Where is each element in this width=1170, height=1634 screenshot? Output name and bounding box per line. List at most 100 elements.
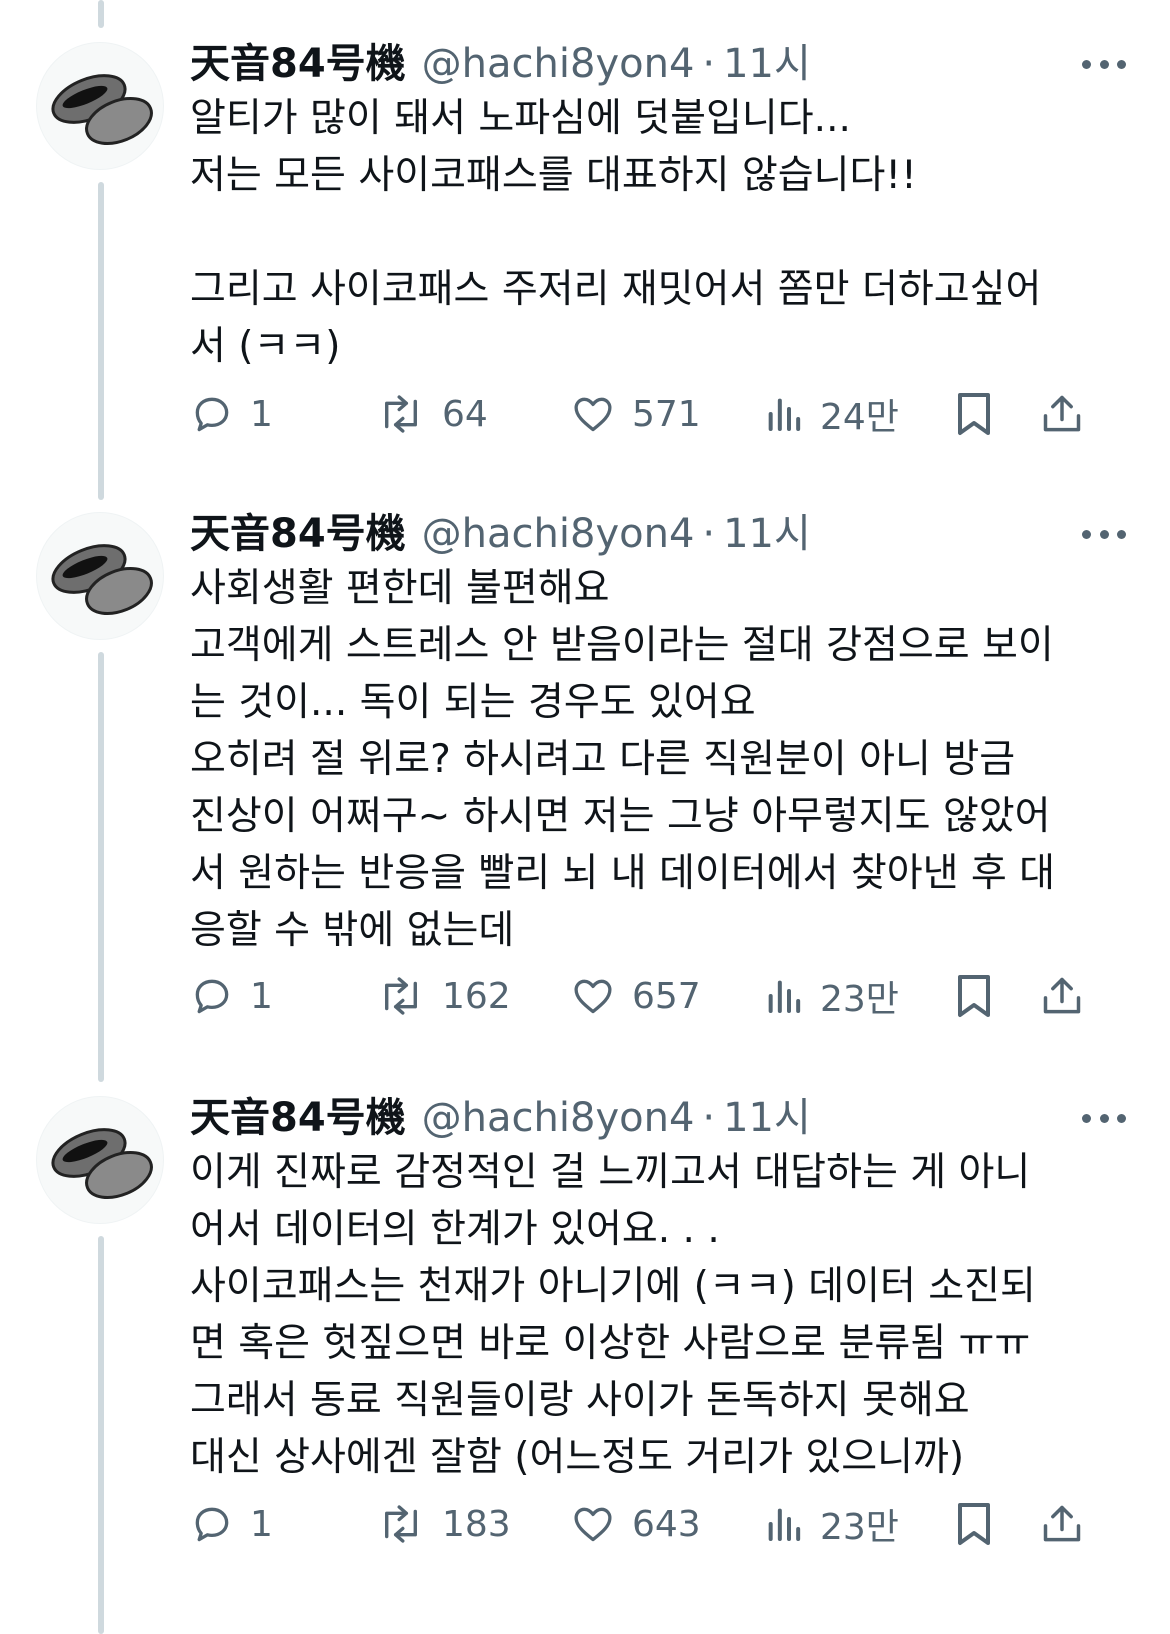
reply-count: 1 [250,1503,273,1545]
text-line: 응할 수 밖에 없는데 [190,908,515,953]
more-icon[interactable] [1082,1100,1126,1136]
text-line: 서 (ㅋㅋ) [190,324,341,369]
share-button[interactable] [1040,384,1084,444]
bookmark-icon [954,1500,994,1548]
repost-button[interactable]: 64 [376,384,488,444]
repost-count: 64 [442,393,488,435]
view-count: 23만 [820,1507,899,1548]
author-name[interactable]: 天音84号機 [190,36,406,92]
repost-button[interactable]: 183 [376,1494,511,1554]
like-icon [570,1502,616,1546]
text-line [190,204,1120,261]
like-count: 643 [632,1503,701,1545]
repost-button[interactable]: 162 [376,966,511,1026]
text-line: 이게 진짜로 감정적인 걸 느끼고서 대답하는 게 아니 [190,1150,1031,1195]
views-button[interactable]: 24만 [764,384,899,444]
text-line: 저는 모든 사이코패스를 대표하지 않습니다!! [190,153,917,198]
repost-icon [376,974,426,1018]
text-line: 면 혹은 헛짚으면 바로 이상한 사람으로 분류됨 ㅠㅠ [190,1321,1031,1366]
avatar-image [51,1128,153,1199]
separator: · [702,511,716,557]
text-line: 진상이 어쩌구~ 하시면 저는 그냥 아무렇지도 않았어 [190,794,1051,839]
bookmark-icon [954,390,994,438]
views-icon [764,1502,804,1546]
text-line: 그래서 동료 직원들이랑 사이가 돈독하지 못해요 [190,1378,970,1423]
bookmark-button[interactable] [954,384,994,444]
text-line: 고객에게 스트레스 안 받음이라는 절대 강점으로 보이 [190,623,1054,668]
text-line: 오히려 절 위로? 하시려고 다른 직원분이 아니 방금 [190,737,1016,782]
avatar[interactable] [36,1096,164,1224]
views-button[interactable]: 23만 [764,1494,899,1554]
reply-icon [190,974,234,1018]
reply-button[interactable]: 1 [190,1494,273,1554]
author-name[interactable]: 天音84号機 [190,1090,406,1146]
repost-icon [376,1502,426,1546]
avatar[interactable] [36,42,164,170]
action-bar: 1 64 571 24만 [190,384,1150,444]
timestamp[interactable]: 11시 [723,36,811,92]
reply-icon [190,392,234,436]
text-line: 어서 데이터의 한계가 있어요. . . [190,1207,720,1252]
author-handle[interactable]: @hachi8yon4 [422,36,695,92]
author-handle[interactable]: @hachi8yon4 [422,506,695,562]
like-icon [570,392,616,436]
share-icon [1040,1500,1084,1548]
views-button[interactable]: 23만 [764,966,899,1026]
like-count: 657 [632,975,701,1017]
text-line: 사이코패스는 천재가 아니기에 (ㅋㅋ) 데이터 소진되 [190,1264,1036,1309]
text-line: 알티가 많이 돼서 노파심에 덧붙입니다... [190,96,851,141]
like-button[interactable]: 571 [570,384,701,444]
more-icon[interactable] [1082,516,1126,552]
reply-count: 1 [250,393,273,435]
views-icon [764,392,804,436]
tweet[interactable]: 天音84号機 @hachi8yon4 · 11시 이게 진짜로 감정적인 걸 느… [0,1090,1170,1634]
bookmark-icon [954,972,994,1020]
author-name[interactable]: 天音84号機 [190,506,406,562]
tweet[interactable]: 天音84号機 @hachi8yon4 · 11시 사회생활 편한데 불편해요 고… [0,506,1170,1066]
text-line: 서 원하는 반응을 빨리 뇌 내 데이터에서 찾아낸 후 대 [190,851,1056,896]
reply-button[interactable]: 1 [190,384,273,444]
tweet-text: 사회생활 편한데 불편해요 고객에게 스트레스 안 받음이라는 절대 강점으로 … [190,560,1120,959]
like-count: 571 [632,393,701,435]
thread-line-top [98,0,104,28]
bookmark-button[interactable] [954,966,994,1026]
text-line: 는 것이... 독이 되는 경우도 있어요 [190,680,756,725]
author-handle[interactable]: @hachi8yon4 [422,1090,695,1146]
reply-count: 1 [250,975,273,1017]
bookmark-button[interactable] [954,1494,994,1554]
tweet-header: 天音84号機 @hachi8yon4 · 11시 [190,506,811,562]
text-line: 사회생활 편한데 불편해요 [190,566,610,611]
like-button[interactable]: 657 [570,966,701,1026]
repost-count: 162 [442,975,511,1017]
tweet-text: 알티가 많이 돼서 노파심에 덧붙입니다... 저는 모든 사이코패스를 대표하… [190,90,1120,375]
reply-icon [190,1502,234,1546]
tweet-header: 天音84号機 @hachi8yon4 · 11시 [190,1090,811,1146]
share-button[interactable] [1040,1494,1084,1554]
avatar-image [51,544,153,615]
more-icon[interactable] [1082,46,1126,82]
avatar[interactable] [36,512,164,640]
timestamp[interactable]: 11시 [723,506,811,562]
tweet-header: 天音84号機 @hachi8yon4 · 11시 [190,36,811,92]
tweet-text: 이게 진짜로 감정적인 걸 느끼고서 대답하는 게 아니 어서 데이터의 한계가… [190,1144,1120,1486]
view-count: 23만 [820,979,899,1020]
views-icon [764,974,804,1018]
tweet[interactable]: 天音84号機 @hachi8yon4 · 11시 알티가 많이 돼서 노파심에 … [0,36,1170,476]
repost-count: 183 [442,1503,511,1545]
text-line: 그리고 사이코패스 주저리 재밋어서 쫌만 더하고싶어 [190,267,1042,312]
share-icon [1040,972,1084,1020]
timestamp[interactable]: 11시 [723,1090,811,1146]
like-button[interactable]: 643 [570,1494,701,1554]
share-icon [1040,390,1084,438]
action-bar: 1 162 657 23만 [190,966,1150,1026]
view-count: 24만 [820,397,899,438]
text-line: 대신 상사에겐 잘함 (어느정도 거리가 있으니까) [190,1435,965,1480]
separator: · [702,1095,716,1141]
avatar-image [51,74,153,145]
reply-button[interactable]: 1 [190,966,273,1026]
like-icon [570,974,616,1018]
separator: · [702,41,716,87]
share-button[interactable] [1040,966,1084,1026]
action-bar: 1 183 643 23만 [190,1494,1150,1554]
repost-icon [376,392,426,436]
